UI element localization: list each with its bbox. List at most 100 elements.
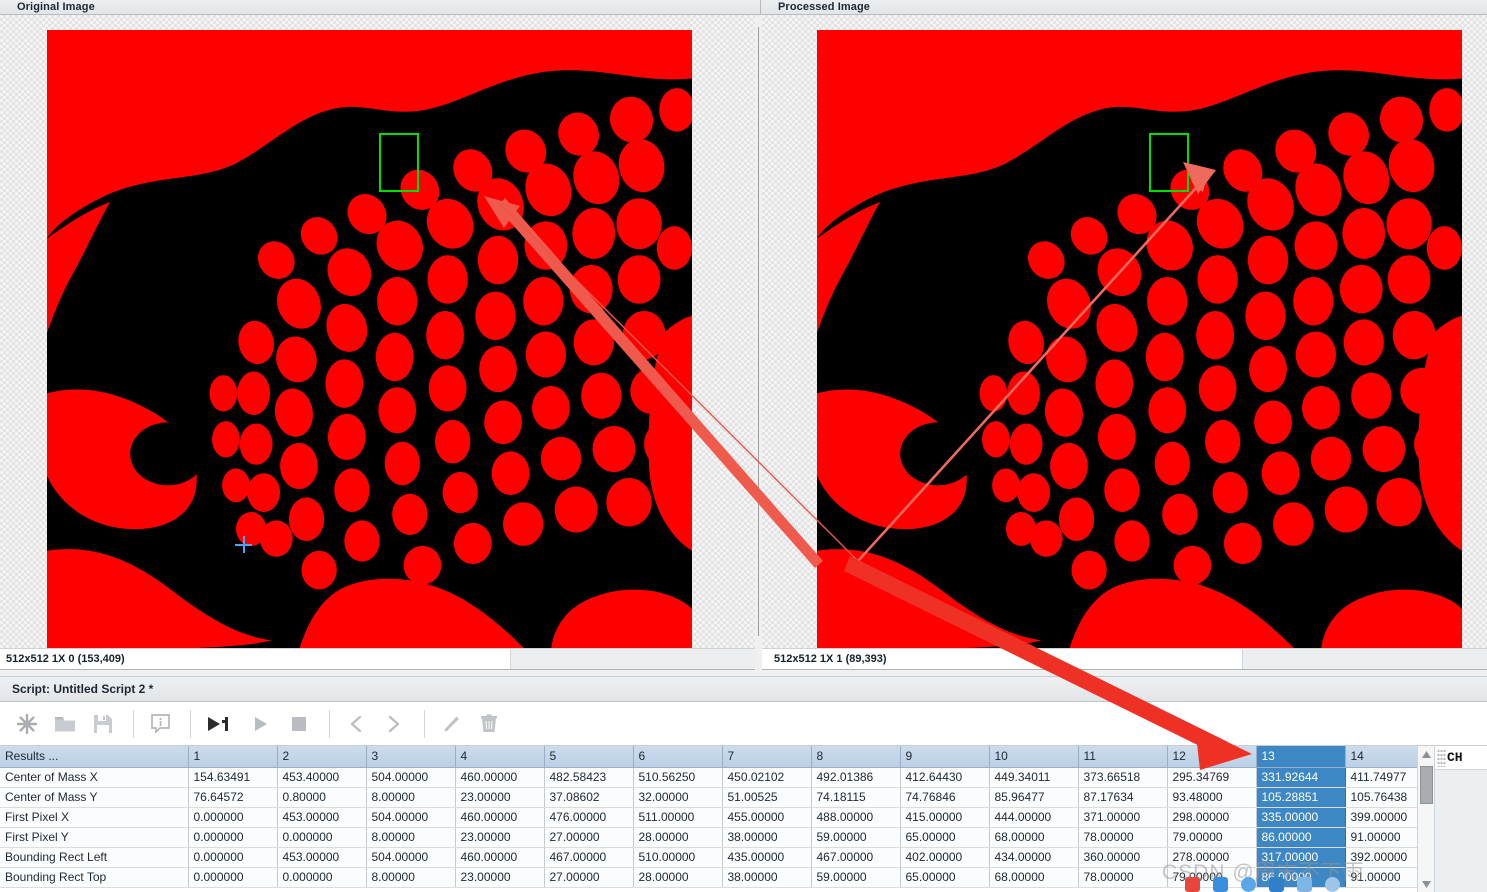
table-cell[interactable]: 504.00000 xyxy=(366,847,456,868)
drag-handle-icon[interactable] xyxy=(1437,748,1446,767)
results-column-header[interactable]: 8 xyxy=(811,746,901,768)
results-label-header[interactable]: Results ... xyxy=(0,746,189,768)
table-cell[interactable]: 8.00000 xyxy=(366,787,456,808)
table-cell-selected[interactable]: 86.00000 xyxy=(1256,827,1346,848)
triangle-up-icon[interactable] xyxy=(1418,746,1434,762)
table-cell[interactable]: 298.00000 xyxy=(1167,807,1257,828)
edit-button[interactable] xyxy=(434,707,468,741)
results-column-header[interactable]: 5 xyxy=(544,746,634,768)
results-column-header[interactable]: 2 xyxy=(277,746,367,768)
delete-button[interactable] xyxy=(472,707,506,741)
app-icon-2[interactable] xyxy=(1241,876,1256,892)
table-cell[interactable]: 78.00000 xyxy=(1078,827,1168,848)
table-cell[interactable]: 434.00000 xyxy=(989,847,1079,868)
table-cell[interactable]: 467.00000 xyxy=(811,847,901,868)
results-column-header[interactable]: 3 xyxy=(366,746,456,768)
table-cell[interactable]: 8.00000 xyxy=(366,867,456,888)
run-once-button[interactable] xyxy=(200,707,240,741)
table-cell[interactable]: 476.00000 xyxy=(544,807,634,828)
table-row[interactable]: Center of Mass Y 76.64572 0.80000 8.0000… xyxy=(0,787,1435,808)
table-cell[interactable]: 453.40000 xyxy=(277,767,367,788)
table-cell[interactable]: 37.08602 xyxy=(544,787,634,808)
step-forward-button[interactable] xyxy=(377,707,411,741)
table-cell[interactable]: 453.00000 xyxy=(277,847,367,868)
table-cell[interactable]: 59.00000 xyxy=(811,867,901,888)
table-cell[interactable]: 415.00000 xyxy=(900,807,990,828)
table-cell[interactable]: 460.00000 xyxy=(455,807,545,828)
table-cell[interactable]: 0.000000 xyxy=(188,867,278,888)
new-script-button[interactable] xyxy=(10,707,44,741)
table-cell[interactable]: 74.76846 xyxy=(900,787,990,808)
save-script-button[interactable] xyxy=(86,707,120,741)
table-cell[interactable]: 360.00000 xyxy=(1078,847,1168,868)
processed-image-canvas[interactable] xyxy=(817,30,1462,648)
tab-ch[interactable]: CH xyxy=(1435,746,1487,770)
table-cell[interactable]: 488.00000 xyxy=(811,807,901,828)
results-column-header[interactable]: 9 xyxy=(900,746,990,768)
original-image-viewer[interactable] xyxy=(0,15,755,648)
comment-button[interactable] xyxy=(143,707,177,741)
table-cell[interactable]: 85.96477 xyxy=(989,787,1079,808)
results-column-header[interactable]: 1 xyxy=(188,746,278,768)
viewer-splitter[interactable] xyxy=(755,15,762,648)
browser-icon[interactable] xyxy=(1185,876,1200,892)
table-row[interactable]: First Pixel X 0.000000 453.00000 504.000… xyxy=(0,807,1435,828)
table-cell-selected[interactable]: 335.00000 xyxy=(1256,807,1346,828)
step-back-button[interactable] xyxy=(339,707,373,741)
results-column-header[interactable]: 6 xyxy=(633,746,723,768)
table-cell[interactable]: 93.48000 xyxy=(1167,787,1257,808)
table-cell[interactable]: 412.64430 xyxy=(900,767,990,788)
table-cell[interactable]: 449.34011 xyxy=(989,767,1079,788)
results-column-header[interactable]: 4 xyxy=(455,746,545,768)
table-cell[interactable]: 27.00000 xyxy=(544,827,634,848)
table-cell[interactable]: 74.18115 xyxy=(811,787,901,808)
app-icon-3[interactable] xyxy=(1269,876,1284,892)
table-cell[interactable]: 38.00000 xyxy=(722,867,812,888)
results-vertical-scrollbar[interactable] xyxy=(1417,746,1434,892)
table-cell[interactable]: 450.02102 xyxy=(722,767,812,788)
table-cell[interactable]: 28.00000 xyxy=(633,867,723,888)
table-cell[interactable]: 76.64572 xyxy=(188,787,278,808)
table-cell[interactable]: 0.000000 xyxy=(188,847,278,868)
results-column-header-selected[interactable]: 13 xyxy=(1256,746,1346,768)
table-cell[interactable]: 511.00000 xyxy=(633,807,723,828)
table-cell[interactable]: 453.00000 xyxy=(277,807,367,828)
table-cell[interactable]: 28.00000 xyxy=(633,827,723,848)
table-cell[interactable]: 23.00000 xyxy=(455,827,545,848)
stop-button[interactable] xyxy=(282,707,316,741)
table-cell[interactable]: 65.00000 xyxy=(900,867,990,888)
table-cell[interactable]: 467.00000 xyxy=(544,847,634,868)
table-cell[interactable]: 492.01386 xyxy=(811,767,901,788)
table-cell[interactable]: 87.17634 xyxy=(1078,787,1168,808)
table-cell[interactable]: 371.00000 xyxy=(1078,807,1168,828)
table-cell[interactable]: 482.58423 xyxy=(544,767,634,788)
table-cell[interactable]: 510.00000 xyxy=(633,847,723,868)
run-button[interactable] xyxy=(244,707,278,741)
table-cell-selected[interactable]: 105.28851 xyxy=(1256,787,1346,808)
table-cell[interactable]: 455.00000 xyxy=(722,807,812,828)
table-cell[interactable]: 435.00000 xyxy=(722,847,812,868)
table-cell[interactable]: 51.00525 xyxy=(722,787,812,808)
table-cell[interactable]: 0.80000 xyxy=(277,787,367,808)
app-icon-1[interactable] xyxy=(1213,876,1228,892)
table-cell[interactable]: 460.00000 xyxy=(455,847,545,868)
table-cell[interactable]: 78.00000 xyxy=(1078,867,1168,888)
table-row[interactable]: First Pixel Y 0.000000 0.000000 8.00000 … xyxy=(0,827,1435,848)
table-cell[interactable]: 504.00000 xyxy=(366,807,456,828)
table-cell-selected[interactable]: 331.92644 xyxy=(1256,767,1346,788)
table-cell[interactable]: 23.00000 xyxy=(455,787,545,808)
table-cell[interactable]: 154.63491 xyxy=(188,767,278,788)
table-cell[interactable]: 373.66518 xyxy=(1078,767,1168,788)
scrollbar-thumb[interactable] xyxy=(1420,766,1433,804)
table-cell[interactable]: 8.00000 xyxy=(366,827,456,848)
table-cell[interactable]: 59.00000 xyxy=(811,827,901,848)
results-column-header[interactable]: 11 xyxy=(1078,746,1168,768)
table-cell[interactable]: 68.00000 xyxy=(989,867,1079,888)
open-script-button[interactable] xyxy=(48,707,82,741)
table-cell[interactable]: 510.56250 xyxy=(633,767,723,788)
table-cell[interactable]: 402.00000 xyxy=(900,847,990,868)
table-cell[interactable]: 460.00000 xyxy=(455,767,545,788)
table-row[interactable]: Center of Mass X 154.63491 453.40000 504… xyxy=(0,767,1435,788)
app-icon-5[interactable] xyxy=(1325,876,1340,892)
table-cell[interactable]: 79.00000 xyxy=(1167,827,1257,848)
